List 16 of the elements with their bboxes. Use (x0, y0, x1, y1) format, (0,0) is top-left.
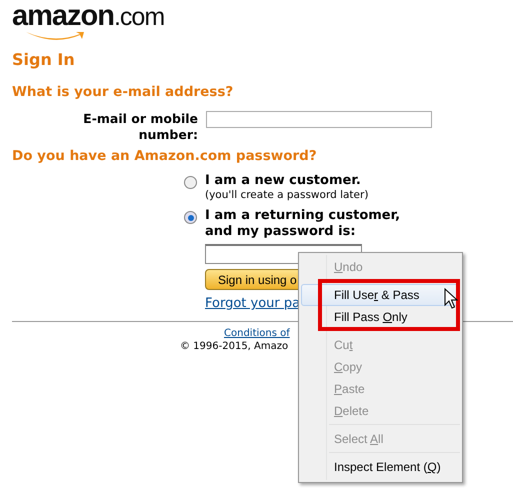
copyright-text: © 1996-2015, Amazo (180, 340, 288, 353)
radio-button[interactable] (184, 176, 197, 189)
page-title: Sign In (12, 50, 76, 70)
section-heading: What is your e-mail address? (12, 83, 234, 101)
radio-button[interactable] (184, 211, 197, 224)
option-label: I am a new customer. (205, 173, 362, 189)
field-label: E-mail or mobile number: (82, 111, 198, 143)
email-field[interactable] (206, 111, 432, 128)
mouse-pointer-icon (444, 288, 458, 310)
logo-suffix: .com (114, 3, 164, 31)
logo-wordmark: amazon (12, 0, 114, 32)
menu-item[interactable]: Inspect Element (Q) (301, 456, 460, 478)
option-label: I am a returning customer, and my password is: (205, 208, 402, 240)
conditions-link[interactable]: Conditions of (224, 327, 290, 340)
option-note: (you'll create a password later) (205, 189, 370, 202)
section-heading: Do you have an Amazon.com password? (12, 147, 318, 165)
